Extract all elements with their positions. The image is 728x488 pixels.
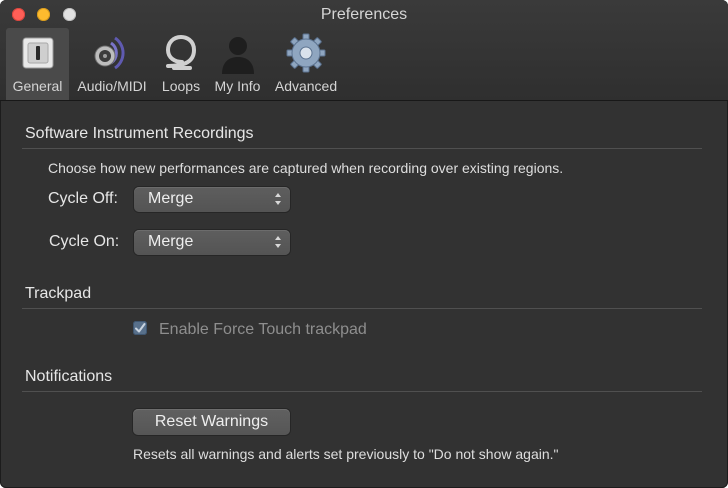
checkmark-icon <box>135 323 146 333</box>
tab-my-info-label: My Info <box>214 78 261 94</box>
gear-icon <box>286 33 326 73</box>
trackpad-divider <box>22 308 702 309</box>
cycle-off-label: Cycle Off: <box>48 190 118 207</box>
cycle-off-value: Merge <box>148 190 194 207</box>
preferences-window: Preferences General Audio/MIDI Loops My … <box>0 0 728 488</box>
notifications-divider <box>22 391 702 392</box>
updown-arrows-icon <box>275 193 281 205</box>
tab-general-label: General <box>12 78 63 94</box>
cycle-on-value: Merge <box>148 233 194 250</box>
cycle-off-popup[interactable]: Merge <box>134 187 290 212</box>
reset-warnings-description: Resets all warnings and alerts set previ… <box>133 446 559 462</box>
general-switch-icon <box>22 37 53 69</box>
updown-arrows-icon <box>275 236 281 248</box>
tab-loops[interactable]: Loops <box>155 28 207 100</box>
recordings-section-title: Software Instrument Recordings <box>25 125 254 142</box>
tab-advanced[interactable]: Advanced <box>270 28 342 100</box>
tab-audio-midi-label: Audio/MIDI <box>77 78 147 94</box>
cycle-on-label: Cycle On: <box>49 233 120 250</box>
speaker-icon <box>94 36 125 70</box>
title-bar: Preferences General Audio/MIDI Loops My … <box>0 0 728 101</box>
loop-icon <box>165 34 197 70</box>
person-icon <box>221 37 254 74</box>
force-touch-checkbox[interactable] <box>133 321 147 335</box>
trackpad-section-title: Trackpad <box>25 285 92 302</box>
tab-general[interactable]: General <box>6 28 69 100</box>
tab-my-info[interactable]: My Info <box>210 28 265 100</box>
tab-loops-label: Loops <box>161 78 201 94</box>
cycle-on-popup[interactable]: Merge <box>134 230 290 255</box>
recordings-description: Choose how new performances are captured… <box>48 160 564 176</box>
tab-advanced-label: Advanced <box>274 78 338 94</box>
notifications-section-title: Notifications <box>25 368 113 385</box>
recordings-divider <box>22 148 702 149</box>
tab-audio-midi[interactable]: Audio/MIDI <box>73 28 151 100</box>
reset-warnings-button[interactable]: Reset Warnings <box>133 409 290 435</box>
window-title: Preferences <box>320 6 408 23</box>
force-touch-label: Enable Force Touch trackpad <box>159 321 367 338</box>
